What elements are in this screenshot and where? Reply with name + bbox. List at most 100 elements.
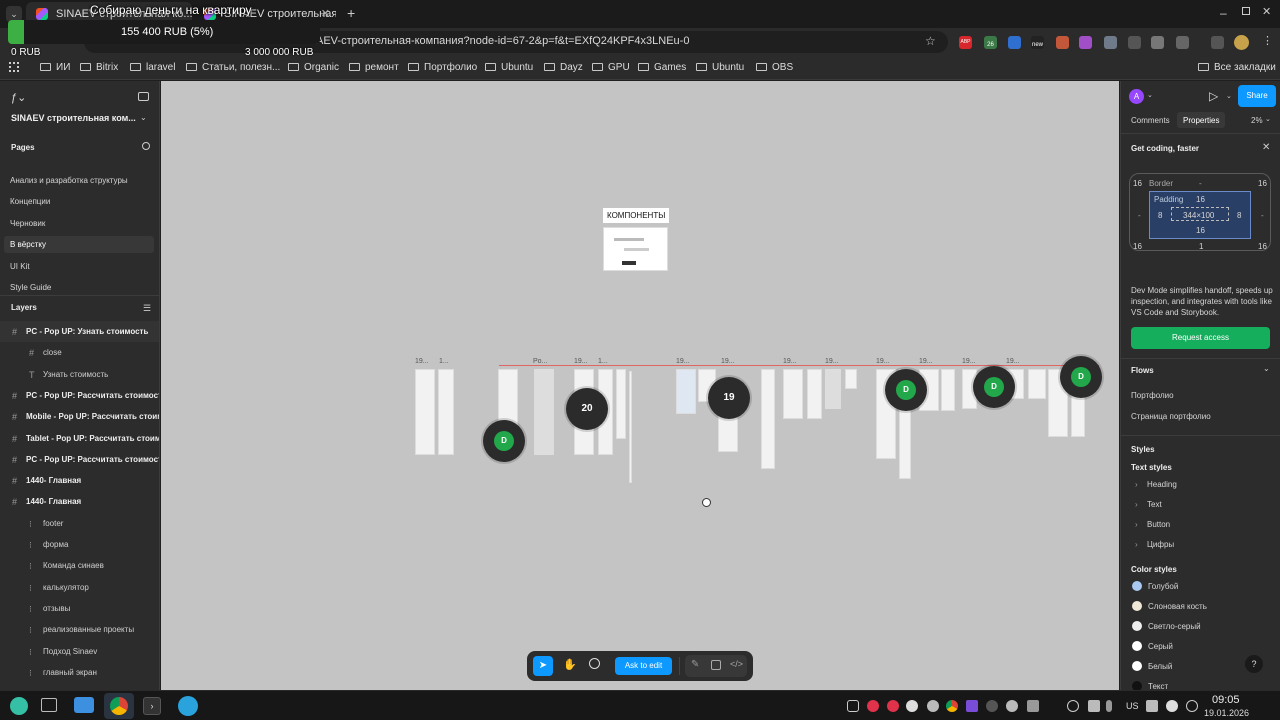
- tab-comments[interactable]: Comments: [1131, 116, 1170, 125]
- color-swatch[interactable]: [1132, 681, 1142, 690]
- text-style-item[interactable]: Цифры: [1147, 540, 1174, 549]
- task-view-icon[interactable]: [41, 698, 57, 712]
- tray-icon[interactable]: [966, 700, 978, 712]
- inspect-icon[interactable]: [711, 660, 721, 670]
- color-swatch[interactable]: [1132, 601, 1142, 611]
- start-menu-icon[interactable]: [10, 697, 28, 715]
- figma-menu-icon[interactable]: ƒ⌄: [11, 91, 26, 104]
- chevron-right-icon[interactable]: ›: [1135, 540, 1138, 549]
- layer-item[interactable]: # PC - Pop UP: Узнать стоимость: [0, 321, 159, 342]
- bookmark-folder[interactable]: Games: [638, 62, 686, 73]
- page-item[interactable]: Анализ и разработка структуры: [10, 176, 128, 185]
- puzzle-extension-icon[interactable]: [1176, 36, 1189, 49]
- keyboard-layout[interactable]: US: [1126, 701, 1139, 711]
- color-style-name[interactable]: Текст: [1148, 682, 1168, 690]
- page-frame[interactable]: [783, 369, 803, 419]
- page-frame[interactable]: [761, 369, 775, 469]
- sidebar-toggle-icon[interactable]: [138, 92, 149, 101]
- user-avatar[interactable]: A: [1129, 89, 1144, 104]
- color-style-name[interactable]: Белый: [1148, 662, 1172, 671]
- new-tab-button[interactable]: +: [347, 5, 355, 21]
- game-icon[interactable]: [927, 700, 939, 712]
- page-frame[interactable]: [807, 369, 822, 419]
- collaborator-avatar[interactable]: D: [483, 420, 525, 462]
- media-play-icon[interactable]: [1067, 700, 1079, 712]
- mic-icon[interactable]: [1106, 700, 1112, 712]
- page-item[interactable]: Style Guide: [10, 283, 51, 292]
- extension-icon[interactable]: [1079, 36, 1092, 49]
- text-style-item[interactable]: Button: [1147, 520, 1170, 529]
- record-icon[interactable]: [867, 700, 879, 712]
- color-swatch[interactable]: [1132, 641, 1142, 651]
- layer-item[interactable]: ⁝ Подход Sinaev: [0, 641, 159, 662]
- abp-extension-icon[interactable]: ABP: [959, 36, 972, 49]
- project-title[interactable]: SINAEV строительная ком...: [11, 113, 136, 123]
- present-play-icon[interactable]: ▷: [1209, 89, 1218, 103]
- zoom-level[interactable]: 2%: [1251, 116, 1263, 125]
- flow-item[interactable]: Страница портфолио: [1131, 412, 1211, 421]
- page-frame[interactable]: [941, 369, 955, 411]
- brightness-icon[interactable]: [1166, 700, 1178, 712]
- hand-tool-icon[interactable]: ✋: [563, 658, 577, 671]
- extension-icon[interactable]: [1128, 36, 1141, 49]
- color-swatch[interactable]: [1132, 581, 1142, 591]
- chevron-right-icon[interactable]: ›: [1135, 480, 1138, 489]
- chevron-right-icon[interactable]: ›: [1135, 520, 1138, 529]
- record-icon[interactable]: [887, 700, 899, 712]
- bookmark-folder[interactable]: ИИ: [40, 62, 70, 73]
- collaborator-avatar[interactable]: D: [885, 369, 927, 411]
- bookmark-star-icon[interactable]: ☆: [925, 34, 936, 48]
- collaborator-avatar[interactable]: D: [1060, 356, 1102, 398]
- layer-item[interactable]: # PC - Pop UP: Рассчитать стоимость: [0, 385, 159, 406]
- request-access-button[interactable]: Request access: [1131, 327, 1270, 349]
- color-swatch[interactable]: [1132, 621, 1142, 631]
- color-swatch[interactable]: [1132, 661, 1142, 671]
- design-canvas[interactable]: КОМПОНЕНТЫ 19... 1... Po... 19... 1... 1…: [161, 81, 1119, 690]
- tray-icon[interactable]: [1027, 700, 1039, 712]
- page-frame[interactable]: [845, 369, 857, 389]
- annotate-icon[interactable]: ✎: [691, 659, 699, 670]
- layer-item[interactable]: ⁝ реализованные проекты: [0, 619, 159, 640]
- chrome-tray-icon[interactable]: [946, 700, 958, 712]
- collaborator-avatar[interactable]: D: [973, 366, 1015, 408]
- page-frame[interactable]: [629, 371, 632, 483]
- maximize-icon[interactable]: [1242, 7, 1250, 15]
- color-style-name[interactable]: Серый: [1148, 642, 1173, 651]
- shield-extension-icon[interactable]: [1104, 36, 1117, 49]
- minimize-icon[interactable]: –: [1220, 6, 1227, 20]
- help-button[interactable]: ?: [1245, 655, 1263, 673]
- collaborator-avatar[interactable]: 20: [566, 388, 608, 430]
- volume-icon[interactable]: [1088, 700, 1100, 712]
- reading-list-icon[interactable]: [1211, 36, 1224, 49]
- bookmark-folder[interactable]: OBS: [756, 62, 793, 73]
- all-bookmarks[interactable]: Все закладки: [1198, 62, 1276, 73]
- text-style-item[interactable]: Text: [1147, 500, 1162, 509]
- bookmark-folder[interactable]: Organic: [288, 62, 339, 73]
- extension-badge-icon[interactable]: 26: [984, 36, 997, 49]
- new-extension-icon[interactable]: new: [1031, 36, 1044, 49]
- layer-item[interactable]: #1440- Главная: [0, 491, 159, 512]
- ask-to-edit-button[interactable]: Ask to edit: [615, 657, 672, 675]
- text-style-item[interactable]: Heading: [1147, 480, 1177, 489]
- profile-avatar-icon[interactable]: [1234, 35, 1249, 50]
- move-tool-button[interactable]: ➤: [533, 656, 553, 676]
- bookmark-folder[interactable]: laravel: [130, 62, 175, 73]
- layer-item[interactable]: # Tablet - Pop UP: Рассчитать стоимость: [0, 428, 159, 449]
- page-frame[interactable]: [534, 369, 554, 455]
- layer-item[interactable]: ⁝ Команда синаев: [0, 555, 159, 576]
- menu-icon[interactable]: ⋮: [1262, 34, 1273, 47]
- bookmark-folder[interactable]: Статьи, полезн...: [186, 62, 280, 73]
- layer-item[interactable]: # close: [0, 342, 159, 363]
- page-item[interactable]: UI Kit: [10, 262, 30, 271]
- bookmark-folder[interactable]: ремонт: [349, 62, 399, 73]
- steam-icon[interactable]: [1006, 700, 1018, 712]
- chevron-down-icon[interactable]: ⌄: [1147, 91, 1153, 99]
- layer-item[interactable]: ⁝ footer: [0, 513, 159, 534]
- layer-item[interactable]: T Узнать стоимость: [0, 364, 159, 385]
- flow-item[interactable]: Портфолио: [1131, 391, 1174, 400]
- extension-icon[interactable]: [1056, 36, 1069, 49]
- close-window-icon[interactable]: ✕: [1262, 5, 1271, 18]
- chevron-down-icon[interactable]: ⌄: [1265, 115, 1271, 123]
- chevron-down-icon[interactable]: ⌄: [1226, 92, 1232, 100]
- components-frame[interactable]: [603, 227, 668, 271]
